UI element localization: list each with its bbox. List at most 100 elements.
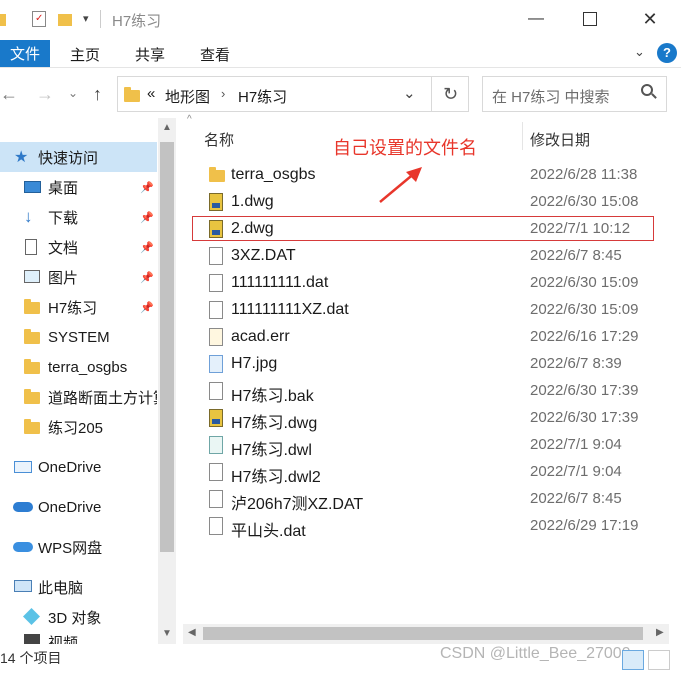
file-row[interactable]: 泸206h7测XZ.DAT 2022/6/7 8:45: [183, 486, 665, 513]
annotation-text: 自己设置的文件名: [333, 138, 477, 158]
help-icon[interactable]: ?: [657, 43, 677, 63]
doc-file-icon: [209, 490, 223, 508]
file-date: 2022/6/7 8:39: [530, 355, 622, 372]
file-row[interactable]: 1.dwg 2022/6/30 15:08: [183, 189, 665, 216]
nav-onedrive-1-label: OneDrive: [38, 458, 102, 476]
tab-share[interactable]: 共享: [135, 44, 165, 65]
column-header-date[interactable]: 修改日期: [530, 129, 590, 150]
scroll-right-icon[interactable]: ▶: [656, 627, 664, 638]
tab-view[interactable]: 查看: [200, 44, 230, 65]
forward-arrow-icon[interactable]: →: [36, 84, 54, 105]
search-placeholder: 在 H7练习 中搜索: [492, 89, 610, 106]
divider: [100, 10, 101, 28]
file-row[interactable]: terra_osgbs 2022/6/28 11:38: [183, 162, 665, 189]
nav-terra[interactable]: terra_osgbs: [0, 352, 157, 382]
address-overflow[interactable]: «: [147, 85, 155, 102]
nav-h7[interactable]: H7练习 📌: [0, 292, 157, 322]
large-icons-view-icon[interactable]: [648, 650, 670, 670]
nav-3d-objects[interactable]: 3D 对象: [0, 602, 157, 632]
dwg-file-icon: [209, 193, 223, 211]
nav-quick-access-label: 快速访问: [38, 149, 99, 167]
new-folder-icon[interactable]: [58, 14, 72, 26]
nav-system[interactable]: SYSTEM: [0, 322, 157, 352]
err-file-icon: [209, 328, 223, 346]
nav-terra-label: terra_osgbs: [48, 358, 128, 376]
properties-icon[interactable]: ✓: [32, 11, 46, 27]
file-row[interactable]: 111111111XZ.dat 2022/6/30 15:09: [183, 297, 665, 324]
tab-file[interactable]: 文件: [0, 40, 50, 67]
pictures-icon: [24, 270, 40, 283]
file-row[interactable]: 111111111.dat 2022/6/30 15:09: [183, 270, 665, 297]
pin-icon[interactable]: 📌: [140, 241, 154, 254]
pin-icon[interactable]: 📌: [140, 271, 154, 284]
nav-this-pc-label: 此电脑: [38, 579, 84, 597]
download-icon: ↓: [24, 207, 33, 226]
column-collapse-icon[interactable]: ^: [187, 114, 192, 125]
folder-icon: [24, 329, 40, 344]
nav-onedrive-2[interactable]: OneDrive: [0, 492, 157, 522]
nav-lianxi205[interactable]: 练习205: [0, 412, 157, 442]
horizontal-scroll-thumb[interactable]: [203, 627, 643, 640]
nav-system-label: SYSTEM: [48, 328, 110, 346]
file-row[interactable]: acad.err 2022/6/16 17:29: [183, 324, 665, 351]
breadcrumb-dixingtu[interactable]: 地形图: [165, 86, 210, 107]
nav-downloads[interactable]: ↓ 下载 📌: [0, 202, 157, 232]
file-name: terra_osgbs: [231, 166, 316, 183]
star-icon: ★: [14, 149, 29, 166]
nav-documents[interactable]: 文档 📌: [0, 232, 157, 262]
details-view-icon[interactable]: [622, 650, 644, 670]
scroll-up-icon[interactable]: ▲: [162, 122, 172, 133]
cube-icon: [23, 608, 40, 625]
nav-pictures[interactable]: 图片 📌: [0, 262, 157, 292]
nav-downloads-label: 下载: [48, 209, 79, 227]
computer-icon: [14, 580, 32, 592]
minimize-button[interactable]: —: [512, 0, 560, 38]
doc-file-icon: [209, 382, 223, 400]
nav-quick-access[interactable]: ★ 快速访问: [0, 142, 157, 172]
close-button[interactable]: ✕: [626, 0, 674, 38]
recent-locations-icon[interactable]: ⌄: [68, 86, 78, 100]
file-row[interactable]: H7练习.bak 2022/6/30 17:39: [183, 378, 665, 405]
nav-wps[interactable]: WPS网盘: [0, 532, 157, 562]
file-date: 2022/6/30 15:09: [530, 301, 639, 318]
file-row[interactable]: H7.jpg 2022/6/7 8:39: [183, 351, 665, 378]
pin-icon[interactable]: 📌: [140, 301, 154, 314]
file-row[interactable]: 平山头.dat 2022/6/29 17:19: [183, 513, 665, 540]
file-date: 2022/6/30 17:39: [530, 382, 639, 399]
nav-this-pc[interactable]: 此电脑: [0, 572, 157, 602]
quick-access-dropdown-icon[interactable]: ▾: [83, 12, 89, 25]
address-dropdown-icon[interactable]: ⌄: [403, 84, 416, 102]
back-arrow-icon[interactable]: ←: [0, 84, 18, 105]
pin-icon[interactable]: 📌: [140, 181, 154, 194]
maximize-button[interactable]: [566, 0, 614, 38]
dwl-file-icon: [209, 436, 223, 454]
nav-pictures-label: 图片: [48, 269, 79, 287]
nav-onedrive-2-label: OneDrive: [38, 498, 102, 516]
nav-desktop[interactable]: 桌面 📌: [0, 172, 157, 202]
file-row[interactable]: 3XZ.DAT 2022/6/7 8:45: [183, 243, 665, 270]
tab-home[interactable]: 主页: [70, 44, 100, 65]
nav-road[interactable]: 道路断面土方计算: [0, 382, 157, 412]
column-header-name[interactable]: 名称: [204, 129, 234, 150]
file-date: 2022/6/30 15:09: [530, 274, 639, 291]
ribbon-expand-icon[interactable]: ⌄: [634, 44, 645, 60]
file-row[interactable]: H7练习.dwl2 2022/7/1 9:04: [183, 459, 665, 486]
pin-icon[interactable]: 📌: [140, 211, 154, 224]
nav-onedrive-1[interactable]: OneDrive: [0, 452, 157, 482]
nav-video[interactable]: 视频: [0, 630, 157, 644]
cloud-icon: [13, 502, 33, 512]
nav-wps-label: WPS网盘: [38, 539, 103, 557]
nav-lianxi205-label: 练习205: [48, 419, 104, 437]
doc-file-icon: [209, 274, 223, 292]
file-date: 2022/6/7 8:45: [530, 247, 622, 264]
refresh-button[interactable]: ↻: [431, 76, 469, 112]
file-row[interactable]: H7练习.dwl 2022/7/1 9:04: [183, 432, 665, 459]
sidebar-scroll-thumb[interactable]: [160, 142, 174, 552]
scroll-left-icon[interactable]: ◀: [188, 627, 196, 638]
up-arrow-icon[interactable]: ↑: [93, 84, 102, 105]
search-icon[interactable]: [641, 84, 657, 99]
file-row[interactable]: H7练习.dwg 2022/6/30 17:39: [183, 405, 665, 432]
scroll-down-icon[interactable]: ▼: [162, 628, 172, 639]
doc-file-icon: [209, 517, 223, 535]
breadcrumb-h7[interactable]: H7练习: [238, 86, 287, 107]
